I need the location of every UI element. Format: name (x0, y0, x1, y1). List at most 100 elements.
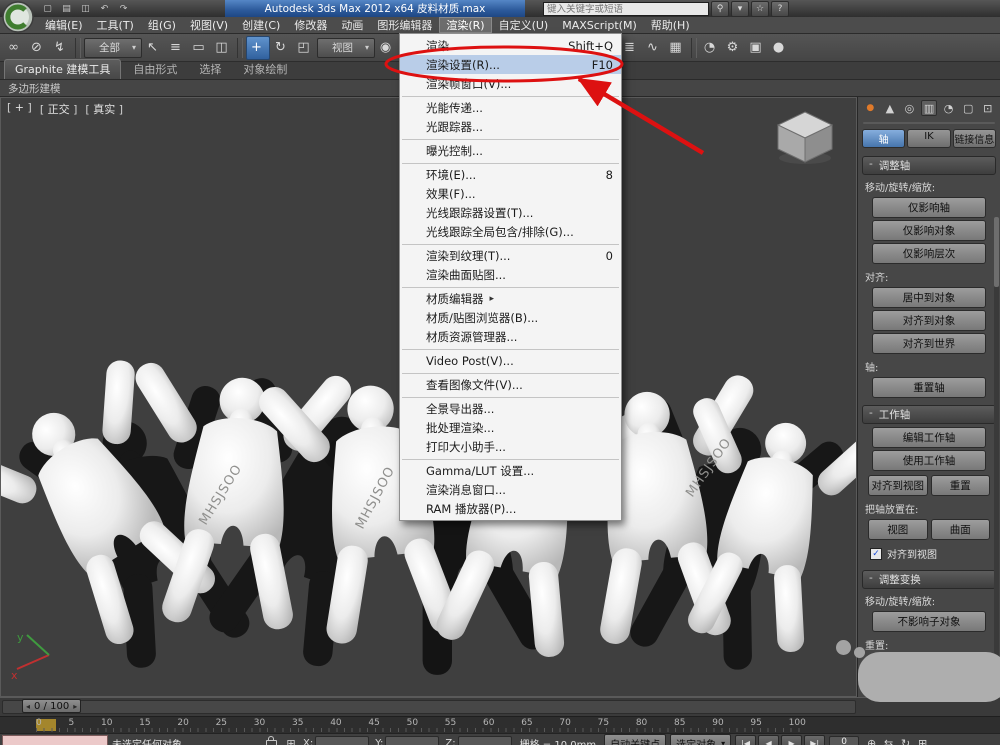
rollout-working-pivot[interactable]: - 工作轴 (862, 405, 996, 424)
zoom-icon[interactable]: ⊕ (863, 736, 880, 745)
maxscript-mini-listener[interactable] (2, 735, 108, 745)
menu-customize[interactable]: 自定义(U) (492, 17, 556, 33)
save-file-icon[interactable]: ◫ (78, 2, 93, 15)
selection-lock-icon[interactable] (266, 736, 277, 745)
edit-working-pivot-button[interactable]: 编辑工作轴 (872, 427, 986, 448)
center-to-object-button[interactable]: 居中到对象 (872, 287, 986, 308)
motion-tab-icon[interactable]: ◔ (940, 100, 957, 116)
curve-editor-icon[interactable]: ∿ (643, 37, 665, 59)
search-options-icon[interactable]: ▾ (731, 1, 749, 17)
panel-scrollbar[interactable] (994, 217, 999, 691)
menu-item-print-size-wizard[interactable]: 打印大小助手... (400, 437, 621, 456)
current-frame-field[interactable]: 0 (829, 736, 860, 745)
menu-create[interactable]: 创建(C) (235, 17, 287, 33)
align-to-view-button[interactable]: 对齐到视图 (868, 475, 928, 496)
viewcube[interactable] (770, 106, 840, 171)
favorites-icon[interactable]: ☆ (751, 1, 769, 17)
search-icon[interactable]: ⚲ (711, 1, 729, 17)
ribbon-tab-graphite[interactable]: Graphite 建模工具 (4, 59, 122, 79)
panel-indicator-dot[interactable]: ● (862, 100, 879, 116)
menu-item-rendered-frame-window[interactable]: 渲染帧窗口(V)... (400, 74, 621, 93)
render-production-icon[interactable]: ● (769, 37, 791, 59)
coord-y-field[interactable]: Y: (375, 736, 440, 745)
align-to-object-button[interactable]: 对齐到对象 (872, 310, 986, 331)
menu-item-batch-render[interactable]: 批处理渲染... (400, 418, 621, 437)
menu-tools[interactable]: 工具(T) (90, 17, 141, 33)
menu-group[interactable]: 组(G) (141, 17, 183, 33)
time-slider-handle[interactable]: ◂ 0 / 100 ▸ (22, 699, 82, 713)
menu-item-render[interactable]: 渲染 Shift+Q (400, 36, 621, 55)
menu-animation[interactable]: 动画 (334, 17, 370, 33)
menu-item-radiosity[interactable]: 光能传递... (400, 98, 621, 117)
window-crossing-toggle-icon[interactable]: ◫ (212, 37, 234, 59)
menu-edit[interactable]: 编辑(E) (38, 17, 90, 33)
reference-coordinate-combo[interactable]: 视图 ▾ (317, 37, 375, 58)
display-tab-icon[interactable]: ▢ (960, 100, 977, 116)
render-setup-icon[interactable]: ⚙ (723, 37, 745, 59)
ribbon-tab-object-paint[interactable]: 对象绘制 (233, 60, 297, 79)
modify-tab-icon[interactable]: ◎ (901, 100, 918, 116)
polygon-modeling-panel-label[interactable]: 多边形建模 (8, 81, 61, 96)
schematic-view-icon[interactable]: ▦ (666, 37, 688, 59)
hierarchy-tab-icon[interactable]: ▥ (920, 100, 938, 116)
menu-help[interactable]: 帮助(H) (644, 17, 697, 33)
coord-z-field[interactable]: Z: (445, 736, 512, 745)
auto-key-button[interactable]: 自动关键点 (604, 733, 667, 745)
menu-item-exposure-control[interactable]: 曝光控制... (400, 141, 621, 160)
menu-item-view-image-file[interactable]: 查看图像文件(V)... (400, 375, 621, 394)
toolbar-separator[interactable] (691, 37, 697, 58)
previous-frame-button[interactable]: ◀ (758, 735, 780, 745)
help-icon[interactable]: ? (771, 1, 789, 17)
pivot-tab[interactable]: 轴 (862, 129, 906, 148)
menu-item-render-surface-map[interactable]: 渲染曲面贴图... (400, 265, 621, 284)
pan-icon[interactable]: ⇆ (880, 736, 897, 745)
menu-item-light-tracer[interactable]: 光跟踪器... (400, 117, 621, 136)
reset-pivot-button[interactable]: 重置轴 (872, 377, 986, 398)
rect-selection-region-icon[interactable]: ▭ (189, 37, 211, 59)
next-frame-arrow-icon[interactable]: ▸ (73, 702, 77, 711)
undo-icon[interactable]: ↶ (97, 2, 112, 15)
redo-icon[interactable]: ↷ (116, 2, 131, 15)
unlink-selection-icon[interactable]: ⊘ (27, 37, 49, 59)
align-to-view-checkbox[interactable]: ✓ 对齐到视图 (870, 546, 988, 561)
menu-maxscript[interactable]: MAXScript(M) (555, 17, 644, 33)
go-to-end-button[interactable]: ▶| (804, 735, 826, 745)
affect-pivot-only-button[interactable]: 仅影响轴 (872, 197, 986, 218)
menu-item-environment[interactable]: 环境(E)... 8 (400, 165, 621, 184)
select-and-link-icon[interactable]: ∞ (4, 37, 26, 59)
menu-item-raytrace-global[interactable]: 光线跟踪全局包含/排除(G)... (400, 222, 621, 241)
align-to-world-button[interactable]: 对齐到世界 (872, 333, 986, 354)
material-editor-icon[interactable]: ◔ (700, 37, 722, 59)
play-button[interactable]: ▶ (781, 735, 803, 745)
menu-item-ram-player[interactable]: RAM 播放器(P)... (400, 499, 621, 518)
selection-filter-combo[interactable]: 全部 ▾ (84, 37, 142, 58)
menu-item-video-post[interactable]: Video Post(V)... (400, 351, 621, 370)
object-name-field[interactable] (863, 122, 995, 124)
toolbar-separator[interactable] (237, 37, 243, 58)
rollout-adjust-transform[interactable]: - 调整变换 (862, 570, 996, 589)
ik-tab[interactable]: IK (907, 129, 951, 148)
menu-item-material-explorer[interactable]: 材质资源管理器... (400, 327, 621, 346)
orbit-icon[interactable]: ↻ (897, 736, 914, 745)
menu-graph-editors[interactable]: 图形编辑器 (370, 17, 439, 33)
viewport-general-menu[interactable]: + (7, 101, 32, 117)
absolute-offset-mode-icon[interactable]: ⊞ (283, 737, 299, 745)
menu-item-raytracer-settings[interactable]: 光线跟踪器设置(T)... (400, 203, 621, 222)
place-surface-button[interactable]: 曲面 (930, 519, 990, 540)
create-tab-icon[interactable]: ▲ (882, 100, 899, 116)
dont-affect-children-button[interactable]: 不影响子对象 (872, 611, 986, 632)
menu-item-render-setup[interactable]: 渲染设置(R)... F10 (400, 55, 621, 74)
affect-object-only-button[interactable]: 仅影响对象 (872, 220, 986, 241)
menu-item-material-map-browser[interactable]: 材质/贴图浏览器(B)... (400, 308, 621, 327)
open-file-icon[interactable]: ▤ (59, 2, 74, 15)
viewport-shading-menu[interactable]: 真实 (85, 101, 123, 117)
maximize-viewport-icon[interactable]: ⊞ (914, 736, 931, 745)
menu-item-render-to-texture[interactable]: 渲染到纹理(T)... 0 (400, 246, 621, 265)
time-slider-track[interactable] (2, 700, 856, 714)
utilities-tab-icon[interactable]: ⊡ (979, 100, 996, 116)
go-to-start-button[interactable]: |◀ (735, 735, 757, 745)
use-pivot-point-icon[interactable]: ◉ (376, 37, 398, 59)
rollout-adjust-pivot[interactable]: - 调整轴 (862, 156, 996, 175)
use-working-pivot-button[interactable]: 使用工作轴 (872, 450, 986, 471)
menu-item-material-editor[interactable]: 材质编辑器 ▸ (400, 289, 621, 308)
